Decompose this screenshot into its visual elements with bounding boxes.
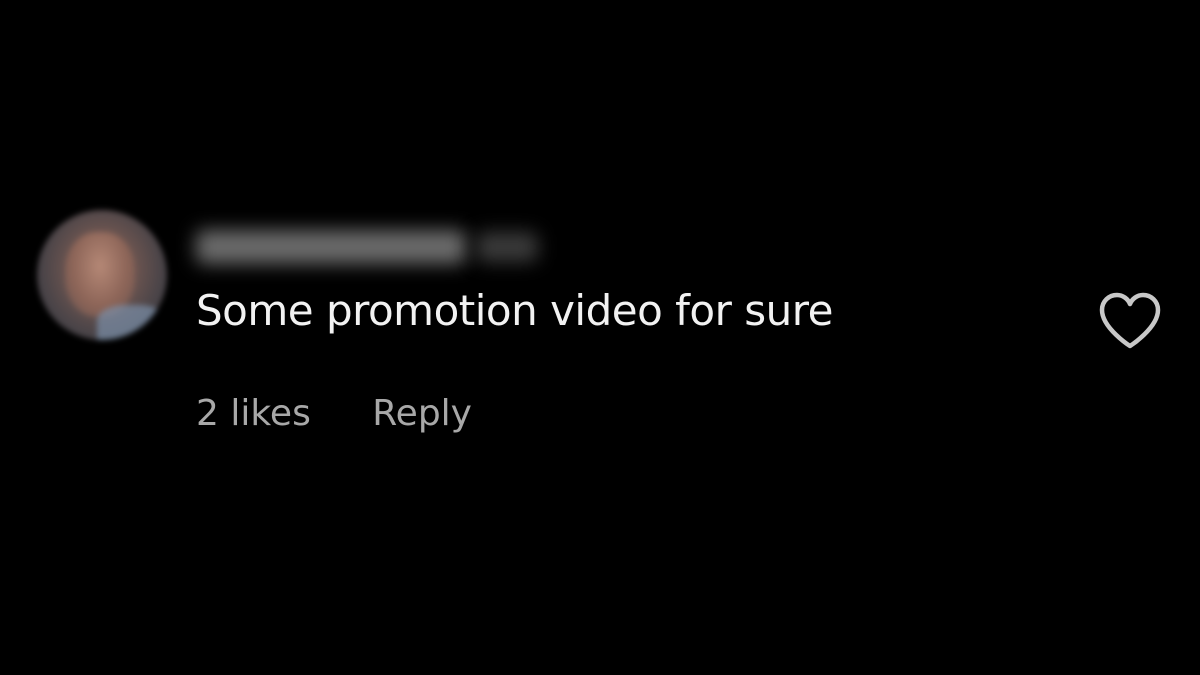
avatar[interactable] (37, 210, 167, 340)
comment-actions: 2 likes Reply (196, 393, 472, 434)
username-redacted (186, 216, 550, 276)
username-blur-block (196, 230, 466, 264)
likes-count[interactable]: 2 likes (196, 393, 311, 434)
heart-outline-icon[interactable] (1098, 292, 1162, 350)
timestamp-blur-block (476, 232, 538, 262)
comment-text: Some promotion video for sure (196, 286, 833, 335)
reply-button[interactable]: Reply (372, 393, 472, 434)
comment-item: Some promotion video for sure 2 likes Re… (0, 0, 1200, 675)
avatar-shirt (97, 305, 167, 340)
